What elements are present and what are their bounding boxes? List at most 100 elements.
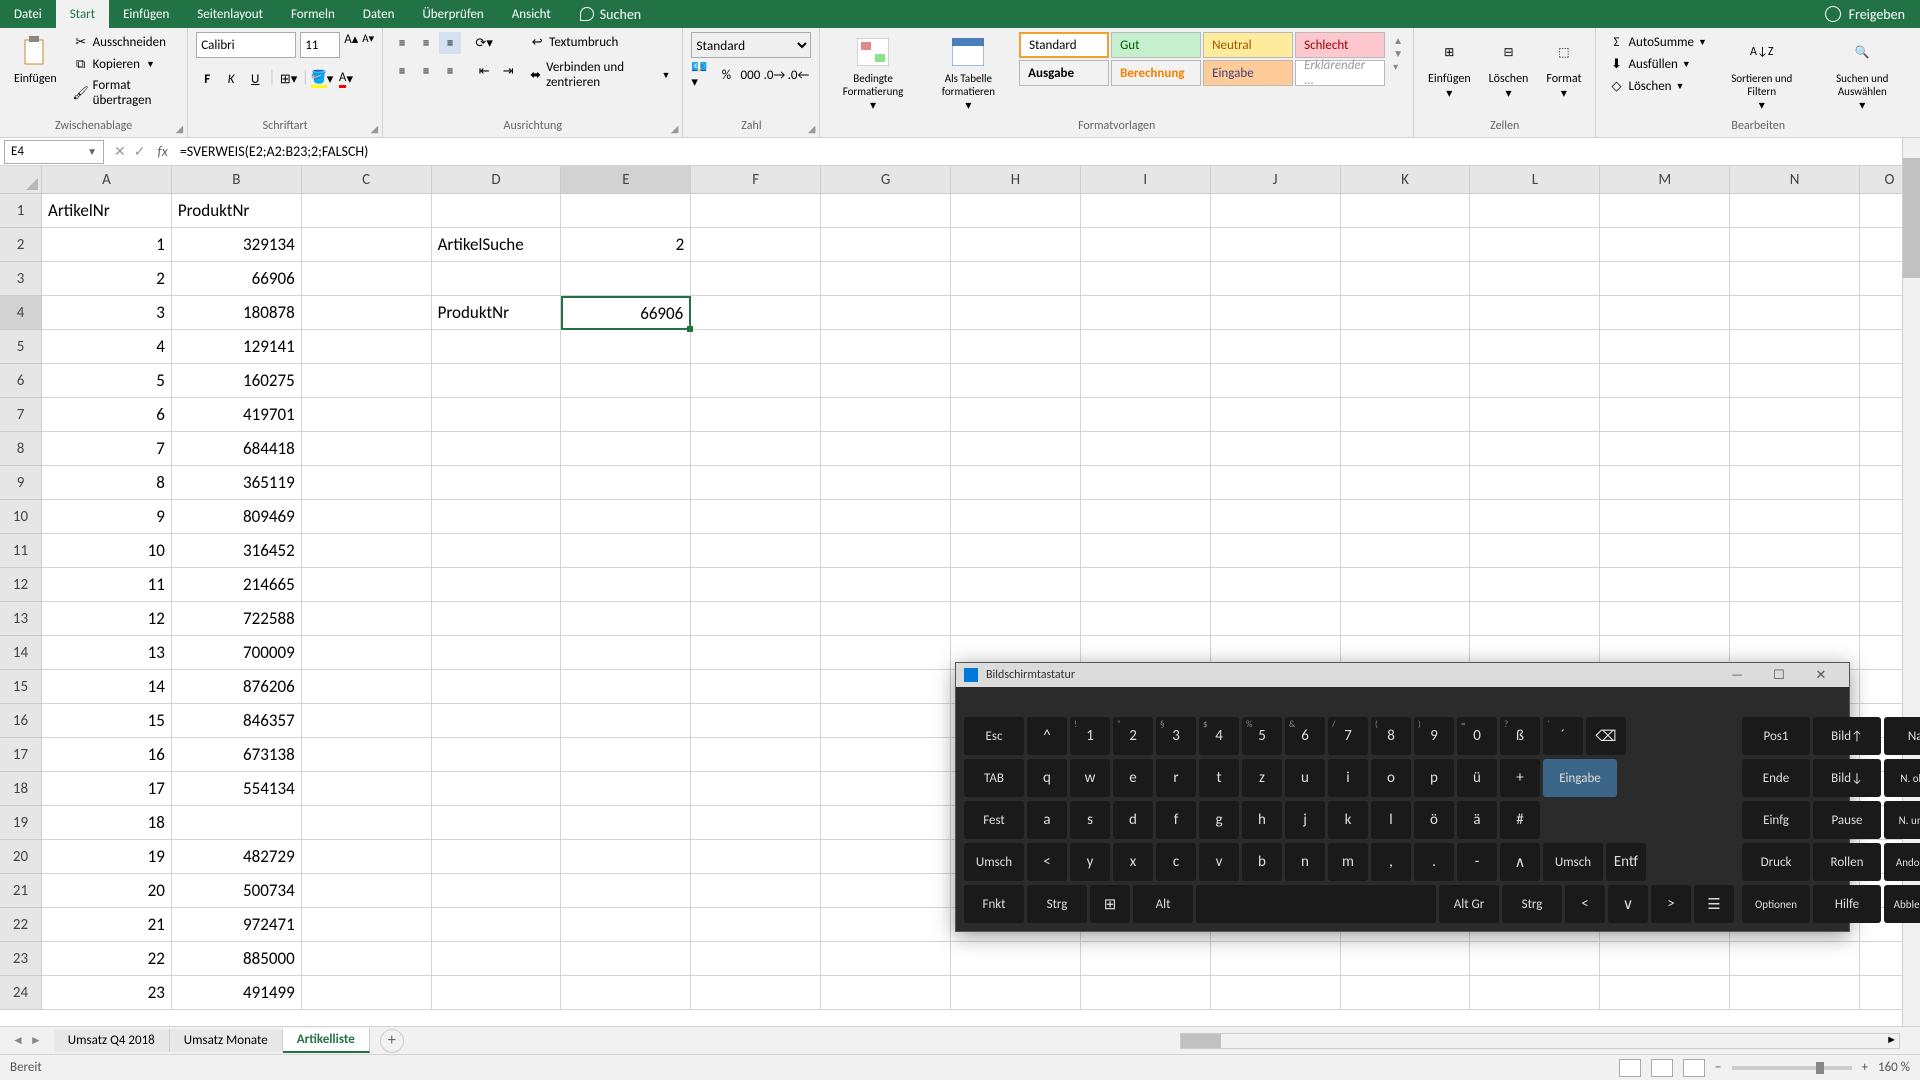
cell-I11[interactable] <box>1081 534 1211 568</box>
cell-G23[interactable] <box>821 942 951 976</box>
cell-E7[interactable] <box>561 398 691 432</box>
column-header[interactable]: B <box>172 166 302 193</box>
decrease-font-icon[interactable]: A▾ <box>362 32 374 58</box>
cell-N24[interactable] <box>1730 976 1860 1010</box>
cell-M8[interactable] <box>1600 432 1730 466</box>
osk-key[interactable]: Strg <box>1502 885 1562 923</box>
cell-I13[interactable] <box>1081 602 1211 636</box>
osk-key[interactable]: < <box>1565 885 1605 923</box>
cell-G3[interactable] <box>821 262 951 296</box>
cell-style-eingabe[interactable]: Eingabe <box>1203 60 1293 86</box>
cell-H2[interactable] <box>951 228 1081 262</box>
row-header[interactable]: 14 <box>0 636 41 670</box>
cell-style-ausgabe[interactable]: Ausgabe <box>1019 60 1109 86</box>
cell-M4[interactable] <box>1600 296 1730 330</box>
osk-key[interactable]: Pos1 <box>1742 717 1810 755</box>
cell-D20[interactable] <box>432 840 562 874</box>
osk-key[interactable]: x <box>1113 843 1153 881</box>
cell-H12[interactable] <box>951 568 1081 602</box>
cell-G8[interactable] <box>821 432 951 466</box>
cell-K2[interactable] <box>1341 228 1471 262</box>
row-header[interactable]: 5 <box>0 330 41 364</box>
cell-B5[interactable]: 129141 <box>172 330 302 364</box>
cell-F24[interactable] <box>691 976 821 1010</box>
cell-J8[interactable] <box>1211 432 1341 466</box>
cell-J1[interactable] <box>1211 194 1341 228</box>
osk-key[interactable]: ⊞ <box>1090 885 1130 923</box>
format-cells-button[interactable]: ⬚Format▾ <box>1540 32 1587 105</box>
osk-key[interactable]: ä <box>1457 801 1497 839</box>
cell-N11[interactable] <box>1730 534 1860 568</box>
osk-key[interactable]: ∧ <box>1500 843 1540 881</box>
osk-key[interactable]: ∨ <box>1608 885 1648 923</box>
cell-F17[interactable] <box>691 738 821 772</box>
cell-H24[interactable] <box>951 976 1081 1010</box>
cell-N12[interactable] <box>1730 568 1860 602</box>
cell-I23[interactable] <box>1081 942 1211 976</box>
style-more-icon[interactable]: ▾ <box>1393 60 1403 73</box>
column-header[interactable]: F <box>691 166 821 193</box>
cell-D10[interactable] <box>432 500 562 534</box>
osk-key[interactable]: 1! <box>1070 717 1110 755</box>
font-size-input[interactable] <box>300 32 340 58</box>
cell-M13[interactable] <box>1600 602 1730 636</box>
osk-key[interactable]: 8( <box>1371 717 1411 755</box>
cell-J10[interactable] <box>1211 500 1341 534</box>
cell-F18[interactable] <box>691 772 821 806</box>
osk-key[interactable]: . <box>1414 843 1454 881</box>
zoom-slider[interactable] <box>1732 1066 1852 1070</box>
cell-A10[interactable]: 9 <box>42 500 172 534</box>
osk-key[interactable]: Fest <box>964 801 1024 839</box>
cell-D6[interactable] <box>432 364 562 398</box>
cell-E6[interactable] <box>561 364 691 398</box>
cell-G16[interactable] <box>821 704 951 738</box>
cell-H8[interactable] <box>951 432 1081 466</box>
cell-L9[interactable] <box>1470 466 1600 500</box>
osk-key[interactable]: q <box>1027 759 1067 797</box>
osk-key[interactable]: Umsch <box>1543 843 1603 881</box>
view-page-break-icon[interactable] <box>1683 1059 1705 1077</box>
cell-H11[interactable] <box>951 534 1081 568</box>
osk-key[interactable]: o <box>1371 759 1411 797</box>
row-header[interactable]: 16 <box>0 704 41 738</box>
cell-D9[interactable] <box>432 466 562 500</box>
cell-G6[interactable] <box>821 364 951 398</box>
osk-key[interactable]: Entf <box>1606 843 1646 881</box>
osk-key[interactable]: + <box>1500 759 1540 797</box>
cell-F6[interactable] <box>691 364 821 398</box>
cell-E1[interactable] <box>561 194 691 228</box>
align-bottom-icon[interactable]: ≡ <box>439 32 461 54</box>
cell-B16[interactable]: 846357 <box>172 704 302 738</box>
osk-key[interactable]: m <box>1328 843 1368 881</box>
cell-B14[interactable]: 700009 <box>172 636 302 670</box>
cell-J7[interactable] <box>1211 398 1341 432</box>
cell-G20[interactable] <box>821 840 951 874</box>
osk-key[interactable]: Abblenden <box>1884 885 1920 923</box>
dialog-launcher-icon[interactable]: ◢ <box>671 122 679 135</box>
cell-K10[interactable] <box>1341 500 1471 534</box>
fx-icon[interactable]: fx <box>157 143 167 160</box>
cell-K12[interactable] <box>1341 568 1471 602</box>
cell-F16[interactable] <box>691 704 821 738</box>
cell-M10[interactable] <box>1600 500 1730 534</box>
cell-C7[interactable] <box>302 398 432 432</box>
cell-B10[interactable]: 809469 <box>172 500 302 534</box>
cell-I2[interactable] <box>1081 228 1211 262</box>
wrap-text-button[interactable]: ↩Textumbruch <box>525 32 674 52</box>
cell-L2[interactable] <box>1470 228 1600 262</box>
decrease-decimal-icon[interactable]: .0← <box>787 64 809 86</box>
column-header[interactable]: L <box>1470 166 1600 193</box>
cell-B24[interactable]: 491499 <box>172 976 302 1010</box>
osk-key[interactable]: N. oben <box>1884 759 1920 797</box>
cell-C3[interactable] <box>302 262 432 296</box>
osk-key[interactable]: ´` <box>1543 717 1583 755</box>
cell-B18[interactable]: 554134 <box>172 772 302 806</box>
cell-F23[interactable] <box>691 942 821 976</box>
row-header[interactable]: 2 <box>0 228 41 262</box>
osk-key[interactable]: l <box>1371 801 1411 839</box>
row-header[interactable]: 20 <box>0 840 41 874</box>
cell-E13[interactable] <box>561 602 691 636</box>
add-sheet-button[interactable]: + <box>380 1029 404 1053</box>
cell-E8[interactable] <box>561 432 691 466</box>
osk-key[interactable]: 0= <box>1457 717 1497 755</box>
